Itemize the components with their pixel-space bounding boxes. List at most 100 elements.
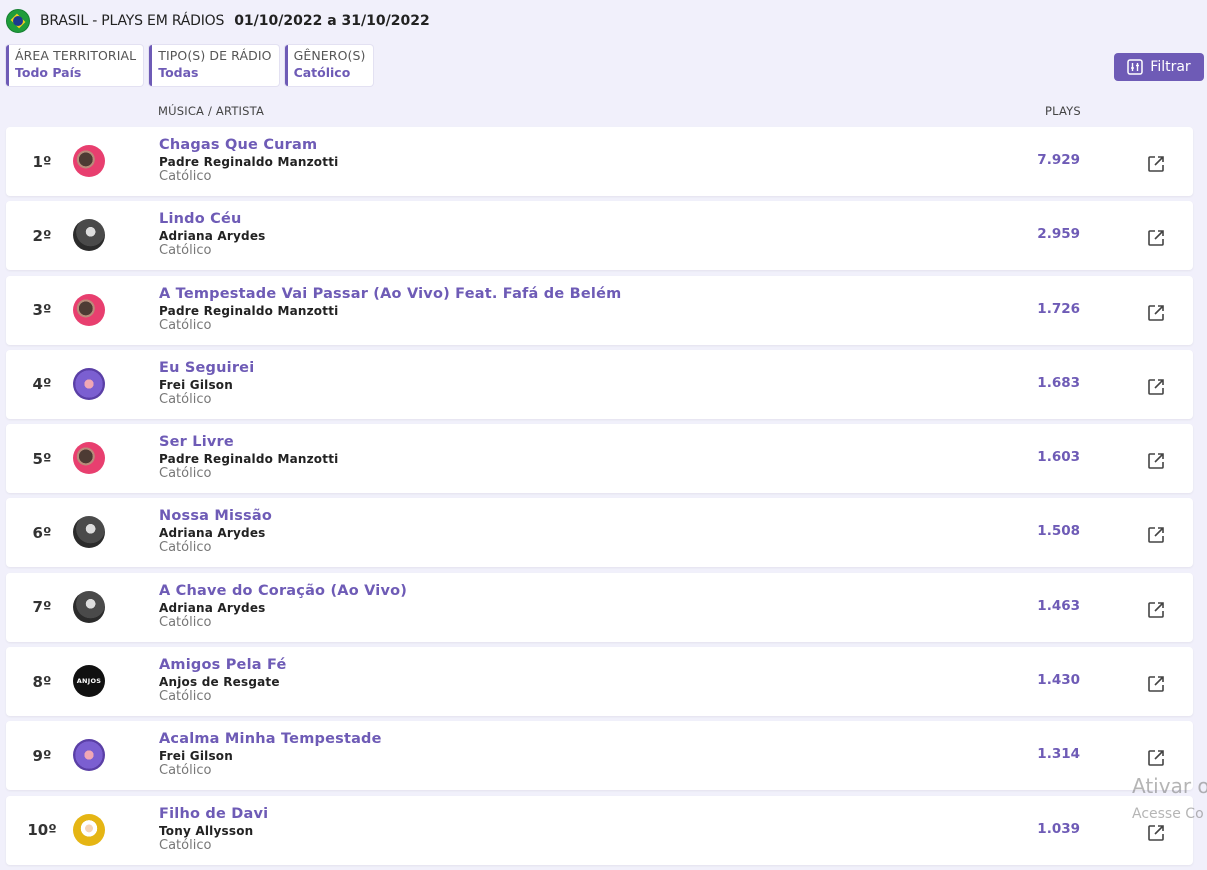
artist-name: Frei Gilson	[159, 377, 233, 392]
external-link-icon[interactable]	[1147, 526, 1165, 544]
artist-name: Padre Reginaldo Manzotti	[159, 452, 339, 467]
artist-name: Anjos de Resgate	[159, 675, 280, 690]
external-link-icon[interactable]	[1147, 304, 1165, 322]
song-title[interactable]: A Chave do Coração (Ao Vivo)	[159, 583, 407, 599]
song-title[interactable]: Eu Seguirei	[159, 360, 254, 376]
genre-label: Católico	[159, 837, 212, 853]
filter-label: TIPO(S) DE RÁDIO	[158, 48, 272, 63]
filter-value: Todas	[158, 65, 199, 80]
external-link-icon[interactable]	[1147, 824, 1165, 842]
sliders-icon	[1127, 59, 1144, 75]
genre-label: Católico	[159, 540, 212, 556]
plays-count: 2.959	[1037, 226, 1080, 243]
filter-genre[interactable]: GÊNERO(S) Católico	[284, 45, 373, 86]
genre-label: Católico	[159, 614, 212, 630]
filter-value: Todo País	[15, 65, 82, 80]
filter-value: Católico	[293, 65, 351, 80]
plays-count: 1.039	[1037, 820, 1080, 837]
rank-position: 5º	[32, 449, 52, 468]
song-title[interactable]: Filho de Davi	[159, 806, 268, 822]
ranking-row: 10º Filho de Davi Tony Allysson Católico…	[6, 795, 1193, 865]
song-title[interactable]: Chagas Que Curam	[159, 137, 317, 153]
column-header-music: MÚSICA / ARTISTA	[158, 104, 265, 118]
external-link-icon[interactable]	[1147, 155, 1165, 173]
ranking-row: 7º A Chave do Coração (Ao Vivo) Adriana …	[6, 572, 1193, 642]
song-title[interactable]: Ser Livre	[159, 434, 234, 450]
filter-button-label: Filtrar	[1150, 59, 1191, 75]
artist-avatar	[73, 813, 105, 846]
rank-position: 10º	[27, 821, 57, 840]
activation-watermark-text: Acesse Co	[1132, 806, 1204, 822]
rank-position: 7º	[32, 598, 52, 617]
ranking-row: 5º Ser Livre Padre Reginaldo Manzotti Ca…	[6, 424, 1193, 494]
plays-count: 1.463	[1037, 597, 1080, 614]
song-title[interactable]: A Tempestade Vai Passar (Ao Vivo) Feat. …	[159, 286, 621, 302]
filter-territorial-area[interactable]: ÁREA TERRITORIAL Todo País	[6, 45, 144, 86]
artist-name: Adriana Arydes	[159, 526, 266, 541]
filter-summary: ÁREA TERRITORIAL Todo País TIPO(S) DE RÁ…	[6, 45, 373, 86]
external-link-icon[interactable]	[1147, 601, 1165, 619]
artist-avatar: ANJOS	[73, 665, 105, 698]
rank-position: 8º	[32, 672, 52, 691]
page-header: BRASIL - PLAYS EM RÁDIOS 01/10/2022 a 31…	[6, 9, 430, 33]
song-title[interactable]: Acalma Minha Tempestade	[159, 731, 382, 747]
plays-count: 7.929	[1037, 152, 1080, 168]
rank-position: 2º	[32, 226, 52, 245]
ranking-list: 1º Chagas Que Curam Padre Reginaldo Manz…	[6, 127, 1193, 870]
ranking-row: 9º Acalma Minha Tempestade Frei Gilson C…	[6, 721, 1193, 791]
external-link-icon[interactable]	[1147, 452, 1165, 470]
song-title[interactable]: Lindo Céu	[159, 211, 242, 227]
artist-avatar	[73, 739, 105, 772]
genre-label: Católico	[159, 317, 212, 333]
activation-watermark-title: Ativar o	[1132, 774, 1207, 798]
artist-avatar	[73, 367, 105, 400]
artist-avatar	[73, 442, 105, 475]
artist-avatar	[73, 145, 105, 177]
plays-count: 1.314	[1037, 746, 1080, 763]
artist-name: Adriana Arydes	[159, 229, 266, 244]
artist-name: Tony Allysson	[159, 823, 254, 838]
rank-position: 3º	[32, 301, 52, 320]
page-title: BRASIL - PLAYS EM RÁDIOS	[40, 13, 225, 29]
artist-name: Adriana Arydes	[159, 600, 266, 615]
filter-label: GÊNERO(S)	[293, 48, 366, 63]
external-link-icon[interactable]	[1147, 378, 1165, 396]
external-link-icon[interactable]	[1147, 229, 1165, 247]
genre-label: Católico	[159, 169, 212, 184]
external-link-icon[interactable]	[1147, 749, 1165, 767]
brazil-flag-icon	[6, 9, 30, 33]
genre-label: Católico	[159, 391, 212, 407]
plays-count: 1.683	[1037, 374, 1080, 391]
date-range: 01/10/2022 a 31/10/2022	[234, 13, 430, 29]
genre-label: Católico	[159, 243, 212, 259]
ranking-row: 2º Lindo Céu Adriana Arydes Católico 2.9…	[6, 201, 1193, 271]
ranking-row: 1º Chagas Que Curam Padre Reginaldo Manz…	[6, 127, 1193, 196]
plays-count: 1.603	[1037, 449, 1080, 466]
plays-count: 1.726	[1037, 300, 1080, 317]
filter-label: ÁREA TERRITORIAL	[15, 48, 137, 63]
rank-position: 6º	[32, 523, 52, 542]
artist-name: Frei Gilson	[159, 749, 233, 764]
column-header-plays: PLAYS	[1045, 104, 1081, 118]
ranking-row: 4º Eu Seguirei Frei Gilson Católico 1.68…	[6, 349, 1193, 419]
filter-button[interactable]: Filtrar	[1114, 53, 1204, 81]
artist-name: Padre Reginaldo Manzotti	[159, 155, 339, 169]
artist-avatar	[73, 590, 105, 623]
plays-count: 1.508	[1037, 523, 1080, 540]
genre-label: Católico	[159, 466, 212, 482]
artist-name: Padre Reginaldo Manzotti	[159, 303, 339, 318]
plays-count: 1.430	[1037, 672, 1080, 689]
artist-avatar	[73, 516, 105, 549]
genre-label: Católico	[159, 689, 212, 705]
ranking-row: 8º ANJOS Amigos Pela Fé Anjos de Resgate…	[6, 647, 1193, 717]
song-title[interactable]: Nossa Missão	[159, 508, 272, 524]
artist-avatar	[73, 293, 105, 326]
rank-position: 4º	[32, 375, 52, 394]
ranking-row: 6º Nossa Missão Adriana Arydes Católico …	[6, 498, 1193, 568]
ranking-row: 3º A Tempestade Vai Passar (Ao Vivo) Fea…	[6, 275, 1193, 345]
filter-radio-type[interactable]: TIPO(S) DE RÁDIO Todas	[149, 45, 279, 86]
external-link-icon[interactable]	[1147, 675, 1165, 693]
song-title[interactable]: Amigos Pela Fé	[159, 657, 287, 673]
rank-position: 1º	[32, 152, 52, 171]
rank-position: 9º	[32, 746, 52, 765]
